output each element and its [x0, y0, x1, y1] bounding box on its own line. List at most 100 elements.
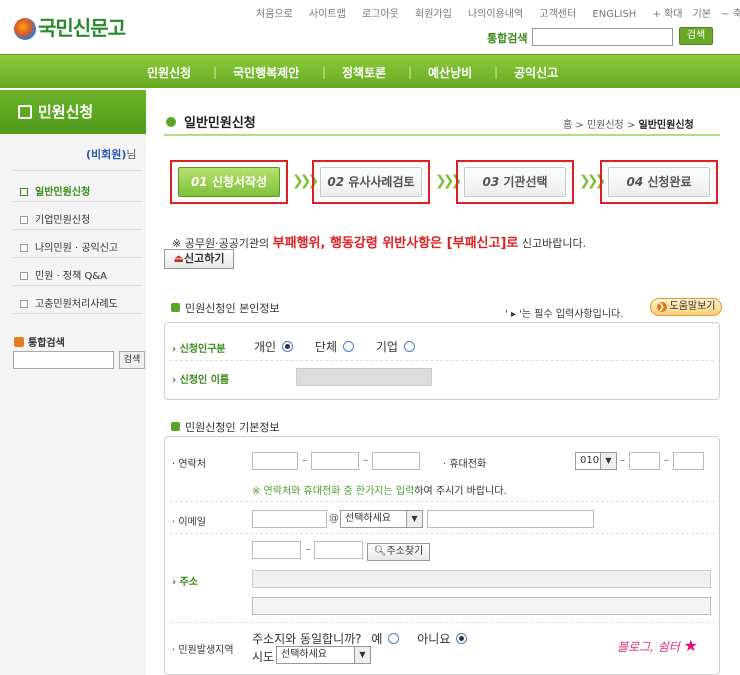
step-label: 기관선택 — [503, 175, 548, 189]
top-link-english[interactable]: ENGLISH — [592, 9, 636, 20]
title-underline — [164, 134, 720, 136]
help-button-label: 도움말보기 — [669, 301, 716, 312]
address-line-2[interactable] — [252, 597, 711, 615]
zoom-out-button[interactable]: − 축소 — [721, 9, 740, 20]
report-button[interactable]: ⏏신고하기 — [164, 249, 234, 269]
nav-item-public-report[interactable]: 공익신고 — [514, 64, 558, 81]
section-basic-info: 민원신청인 기본정보 — [171, 419, 280, 435]
field-label: 주소 — [179, 577, 199, 588]
step-number: 03 — [482, 175, 500, 189]
zoom-in-button[interactable]: + 확대 — [653, 9, 683, 20]
required-note: ' ▸ '는 필수 입력사항입니다. — [505, 309, 624, 320]
nav-separator: | — [213, 65, 218, 79]
field-label: 연락처 — [178, 459, 206, 470]
nav-item-complaint[interactable]: 민원신청 — [147, 64, 191, 81]
sidebar-item-cases[interactable]: 고충민원처리사례도 — [20, 295, 145, 310]
radio-yes[interactable] — [388, 633, 400, 644]
chevron-down-icon: ▼ — [406, 511, 422, 527]
top-link-sitemap[interactable]: 사이트맵 — [309, 9, 346, 20]
sidebar-item-qna[interactable]: 민원 · 정책 Q&A — [20, 267, 145, 282]
search-icon: 🔍︎ — [373, 546, 387, 557]
top-link-home[interactable]: 처음으로 — [256, 9, 293, 20]
section-bullet-icon — [171, 303, 180, 312]
breadcrumb-section[interactable]: 민원신청 — [587, 120, 624, 131]
site-logo[interactable]: 국민신문고 — [14, 12, 126, 41]
top-link-support[interactable]: 고객센터 — [539, 9, 576, 20]
notice-suffix: 신고바랍니다. — [521, 237, 587, 250]
email-id-input[interactable] — [252, 510, 327, 528]
nav-item-budget[interactable]: 예산낭비 — [428, 64, 472, 81]
select-value: 010 — [580, 455, 600, 466]
divider — [12, 229, 142, 230]
email-label: · 이메일 — [172, 517, 206, 528]
sidebar-search-button[interactable]: 검색 — [119, 351, 145, 369]
step-number: 04 — [626, 175, 644, 189]
sidebar-item-general[interactable]: 일반민원신청 — [20, 183, 145, 198]
field-label: 신청인 이름 — [179, 375, 230, 386]
top-utility-nav: 처음으로 사이트맵 로그아웃 회원가입 나의이용내역 고객센터 ENGLISH … — [256, 5, 740, 20]
mobile-prefix-select[interactable]: 010 ▼ — [575, 452, 617, 470]
sidebar-search-text: 통합검색 — [28, 338, 65, 349]
mobile-part-3[interactable] — [673, 452, 704, 470]
bullet-icon — [20, 216, 28, 224]
nav-item-debate[interactable]: 정책토론 — [342, 64, 386, 81]
header-search-label: 통합검색 — [487, 32, 528, 45]
phone-part-2[interactable] — [311, 452, 359, 470]
breadcrumb-home[interactable]: 홈 — [563, 120, 572, 131]
notice-highlight: 부패행위, 행동강령 위반사항은 [부패신고]로 — [272, 236, 519, 251]
document-icon — [18, 105, 32, 119]
top-link-join[interactable]: 회원가입 — [415, 9, 452, 20]
page-title: 일반민원신청 — [166, 112, 256, 131]
section-bullet-icon — [171, 422, 180, 431]
corruption-notice: ※ 공무원·공공기관의 부패행위, 행동강령 위반사항은 [부패신고]로 신고바… — [172, 232, 586, 251]
applicant-type-label: › 신청인구분 — [172, 344, 226, 355]
sidebar-search-input[interactable] — [13, 351, 114, 369]
header-search-input[interactable] — [532, 28, 673, 46]
radio-individual[interactable] — [282, 341, 294, 352]
mobile-part-2[interactable] — [629, 452, 660, 470]
divider — [12, 201, 142, 202]
radio-company[interactable] — [403, 341, 415, 352]
email-domain-input[interactable] — [427, 510, 594, 528]
applicant-type-group: 개인 단체 기업 — [254, 338, 415, 355]
phone-part-1[interactable] — [252, 452, 298, 470]
logo-icon — [14, 18, 36, 40]
breadcrumb-current: 일반민원신청 — [638, 120, 694, 131]
email-domain-select[interactable]: 선택하세요 ▼ — [340, 510, 423, 528]
sidebar-search-label: 통합검색 — [14, 334, 65, 349]
at-sign: @ — [329, 513, 339, 524]
contact-label: · 연락처 — [172, 459, 206, 470]
divider — [170, 622, 714, 623]
applicant-box — [164, 322, 720, 400]
step-label: 신청서작성 — [211, 175, 268, 189]
sidebar-title: 민원신청 — [0, 90, 146, 134]
help-button[interactable]: ❯ 도움말보기 — [650, 298, 722, 316]
nav-item-proposal[interactable]: 국민행복제안 — [233, 64, 299, 81]
sidebar-item-label: 일반민원신청 — [35, 187, 91, 198]
field-label: 신청인구분 — [179, 344, 226, 355]
nav-separator: | — [408, 65, 413, 79]
zoom-default-button[interactable]: 기본 — [693, 9, 711, 20]
top-link-history[interactable]: 나의이용내역 — [468, 9, 523, 20]
sidebar-item-my-complaints[interactable]: 나의민원 · 공익신고 — [20, 239, 145, 254]
header-search-button[interactable]: 검색 — [679, 27, 713, 45]
phone-part-3[interactable] — [372, 452, 420, 470]
section-title: 민원신청인 본인정보 — [185, 302, 280, 315]
sidebar-item-label: 기업민원신청 — [35, 215, 91, 226]
chevron-down-icon: ▼ — [600, 453, 616, 469]
top-link-logout[interactable]: 로그아웃 — [362, 9, 399, 20]
option-label: 기업 — [375, 340, 398, 354]
zipcode-part-1[interactable] — [252, 541, 301, 559]
step-2: 02 유사사례검토 — [312, 160, 430, 204]
address-label: › 주소 — [172, 577, 199, 588]
zipcode-part-2[interactable] — [314, 541, 363, 559]
radio-no[interactable] — [456, 633, 468, 644]
radio-group[interactable] — [343, 341, 355, 352]
sido-select[interactable]: 선택하세요 ▼ — [276, 646, 371, 664]
dash: – — [620, 455, 625, 466]
find-address-button[interactable]: 🔍︎주소찾기 — [367, 543, 430, 561]
contact-note-green: ※ 연락처와 휴대전화 중 한가지는 입력 — [252, 486, 415, 497]
sidebar-item-business[interactable]: 기업민원신청 — [20, 211, 145, 226]
step-arrow-icon: ❯❯❯ — [435, 173, 462, 189]
dash: – — [363, 455, 368, 466]
